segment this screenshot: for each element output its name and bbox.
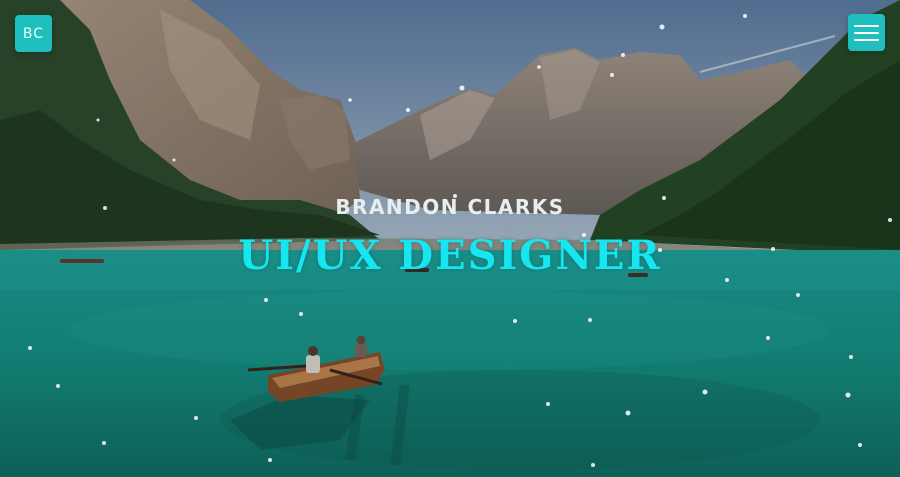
menu-bar-2 <box>854 31 879 34</box>
logo-badge[interactable]: BC <box>15 15 52 52</box>
hero-name: BRANDON CLARKS <box>335 195 565 219</box>
menu-bar-1 <box>854 24 879 27</box>
menu-bar-3 <box>854 38 879 41</box>
logo-text: BC <box>22 25 45 42</box>
hero-section: BC BRANDON CLARKS UI/UX DESIGNER <box>0 0 900 477</box>
hero-title: UI/UX DESIGNER <box>238 232 662 279</box>
hamburger-menu-icon[interactable] <box>848 14 885 51</box>
